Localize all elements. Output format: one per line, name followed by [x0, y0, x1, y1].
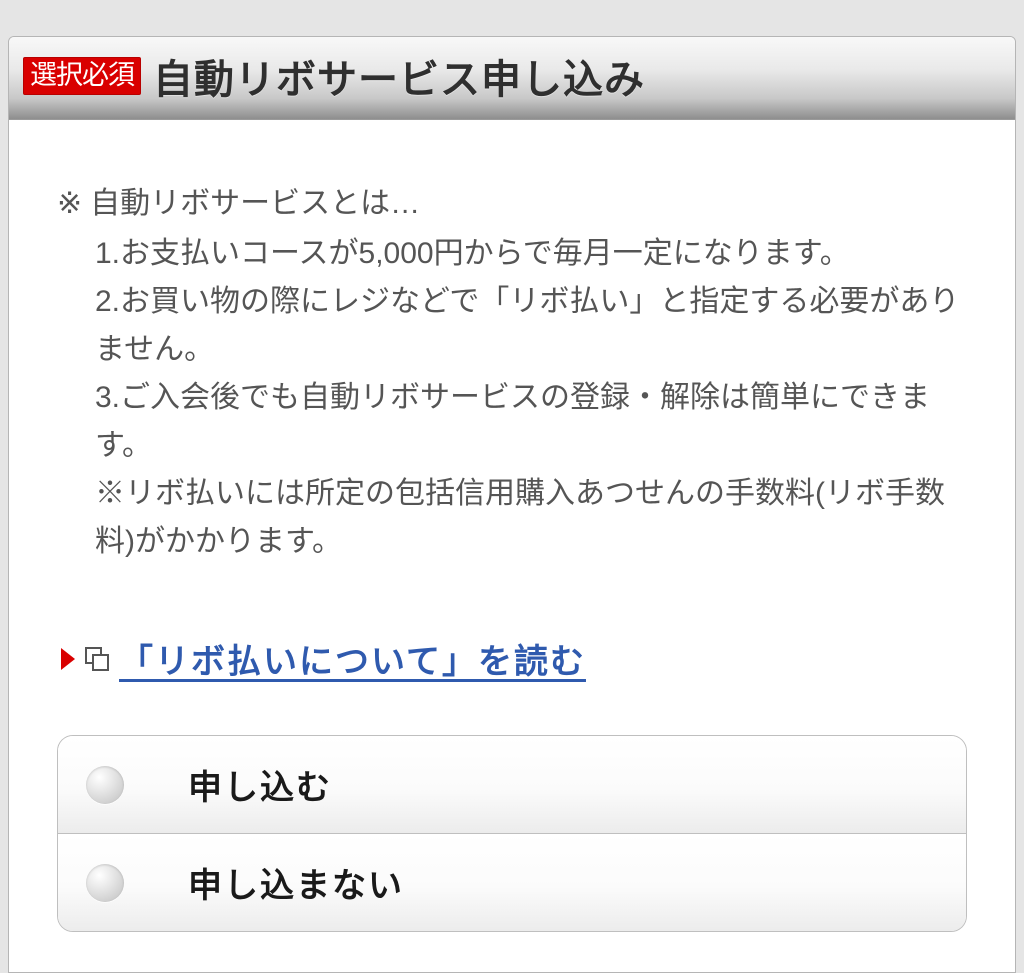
description-item: 1.お支払いコースが5,000円からで毎月一定になります。 [95, 230, 967, 278]
new-window-icon [85, 647, 109, 671]
read-about-revo-link-row: 「リボ払いについて」を読む [57, 634, 967, 683]
required-badge: 選択必須 [23, 57, 141, 95]
description-item: ※リボ払いには所定の包括信用購入あつせんの手数料(リボ手数料)がかかります。 [95, 470, 967, 566]
option-decline[interactable]: 申し込まない [58, 833, 966, 931]
description-item: 3.ご入会後でも自動リボサービスの登録・解除は簡単にできます。 [95, 374, 967, 470]
page: 選択必須 自動リボサービス申し込み ※ 自動リボサービスとは… 1.お支払いコー… [0, 0, 1024, 973]
description-lead-row: ※ 自動リボサービスとは… [57, 180, 967, 228]
panel-title: 自動リボサービス申し込み [153, 47, 645, 105]
panel-header: 選択必須 自動リボサービス申し込み [9, 37, 1015, 120]
panel-body: ※ 自動リボサービスとは… 1.お支払いコースが5,000円からで毎月一定になり… [9, 120, 1015, 972]
service-description: ※ 自動リボサービスとは… 1.お支払いコースが5,000円からで毎月一定になり… [57, 180, 967, 566]
read-about-revo-link[interactable]: 「リボ払いについて」を読む [119, 634, 586, 683]
option-decline-label: 申し込まない [188, 858, 404, 907]
note-mark: ※ [57, 180, 82, 228]
radio-icon [86, 864, 124, 902]
description-items: 1.お支払いコースが5,000円からで毎月一定になります。 2.お買い物の際にレ… [57, 230, 967, 566]
description-item: 2.お買い物の際にレジなどで「リボ払い」と指定する必要がありません。 [95, 278, 967, 374]
radio-icon [86, 766, 124, 804]
triangle-right-icon [61, 648, 75, 670]
description-lead: 自動リボサービスとは… [90, 180, 420, 228]
revo-panel: 選択必須 自動リボサービス申し込み ※ 自動リボサービスとは… 1.お支払いコー… [8, 36, 1016, 973]
option-apply[interactable]: 申し込む [58, 736, 966, 833]
option-apply-label: 申し込む [188, 760, 332, 809]
apply-options: 申し込む 申し込まない [57, 735, 967, 932]
